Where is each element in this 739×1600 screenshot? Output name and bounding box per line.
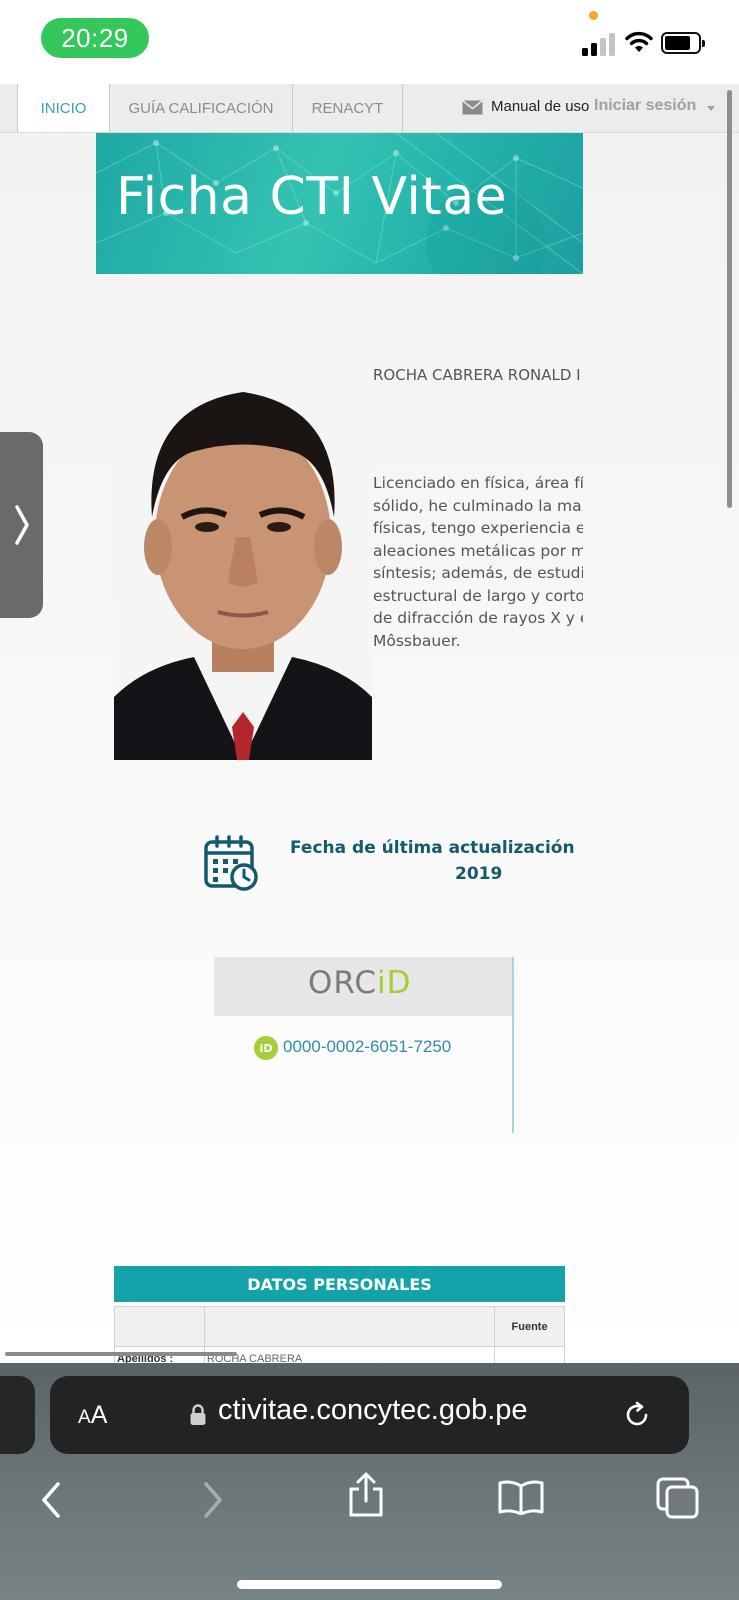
orcid-card: ORCiD iD 0000-0002-6051-7250	[214, 957, 514, 1133]
back-icon[interactable]	[38, 1480, 66, 1520]
url-text[interactable]: ctivitae.concytec.gob.pe	[218, 1394, 528, 1427]
orcid-logo: ORCiD	[308, 965, 412, 1001]
home-indicator[interactable]	[237, 1580, 502, 1589]
vertical-scrollbar[interactable]	[727, 90, 732, 508]
bio-line: físicas, tengo experiencia e	[373, 519, 583, 537]
forward-icon[interactable]	[198, 1480, 226, 1520]
researcher-bio: Licenciado en física, área fí sólido, he…	[373, 472, 583, 652]
previous-tab-preview[interactable]	[0, 1376, 35, 1454]
privacy-indicator-dot	[589, 11, 598, 20]
share-icon[interactable]	[347, 1472, 385, 1518]
table-cell	[494, 1346, 565, 1363]
page-banner: Ficha CTI Vitae	[96, 133, 583, 274]
calendar-clock-icon	[204, 835, 258, 891]
reader-settings-button[interactable]: AA	[78, 1401, 107, 1430]
status-bar: 20:29	[0, 0, 739, 84]
browser-toolbar: AA ctivitae.concytec.gob.pe	[0, 1363, 739, 1600]
site-navbar: INICIO GUÍA CALIFICACIÓN RENACYT Manual …	[0, 84, 739, 133]
reload-icon[interactable]	[622, 1400, 652, 1430]
horizontal-scrollbar[interactable]	[5, 1352, 237, 1356]
chevron-right-icon	[14, 505, 29, 545]
orcid-number-link[interactable]: 0000-0002-6051-7250	[283, 1037, 451, 1057]
side-panel-handle[interactable]	[0, 432, 43, 618]
table-cell	[203, 1306, 496, 1347]
last-update-year: 2019	[455, 864, 503, 884]
orcid-divider	[512, 957, 514, 1133]
mail-icon[interactable]	[462, 100, 483, 115]
table-cell	[114, 1306, 205, 1347]
bio-line: Licenciado en física, área fí	[373, 474, 583, 492]
page-content: Ficha CTI Vitae ROCHA CABRERA RONALD I L…	[0, 133, 739, 1363]
bookmarks-icon[interactable]	[498, 1479, 544, 1515]
manual-de-uso-link[interactable]: Manual de uso	[491, 98, 589, 115]
bio-line: de difracción de rayos X y e	[373, 609, 583, 627]
battery-icon	[661, 32, 705, 54]
tabs-icon[interactable]	[656, 1477, 700, 1519]
chevron-down-icon[interactable]	[707, 106, 715, 111]
nav-tab-guia-calificacion[interactable]: GUÍA CALIFICACIÓN	[110, 84, 293, 132]
bio-line: aleaciones metálicas por m	[373, 541, 583, 560]
bio-line: síntesis; además, de estudi	[373, 564, 583, 582]
wifi-icon	[625, 31, 653, 52]
bio-line: Môssbauer.	[373, 631, 461, 650]
table-row-value: ROCHA CABRERA	[203, 1346, 496, 1363]
status-time: 20:29	[41, 18, 149, 58]
lock-icon	[190, 1404, 206, 1425]
cellular-signal-icon	[582, 32, 616, 56]
last-update-label: Fecha de última actualización	[290, 838, 575, 858]
bio-line: estructural de largo y corto	[373, 586, 583, 605]
table-header-fuente: Fuente	[494, 1306, 565, 1347]
researcher-name: ROCHA CABRERA RONALD I	[373, 366, 581, 384]
nav-tab-renacyt[interactable]: RENACYT	[293, 84, 403, 132]
section-header-datos-personales: DATOS PERSONALES	[114, 1266, 565, 1302]
bio-line: sólido, he culminado la ma	[373, 496, 582, 515]
banner-title: Ficha CTI Vitae	[116, 167, 508, 227]
nav-tab-inicio[interactable]: INICIO	[18, 84, 110, 132]
address-bar[interactable]: AA ctivitae.concytec.gob.pe	[50, 1376, 689, 1454]
orcid-id-icon: iD	[254, 1036, 278, 1060]
login-link[interactable]: Iniciar sesión	[594, 97, 696, 115]
profile-photo	[114, 367, 372, 760]
orcid-header: ORCiD	[214, 957, 514, 1016]
